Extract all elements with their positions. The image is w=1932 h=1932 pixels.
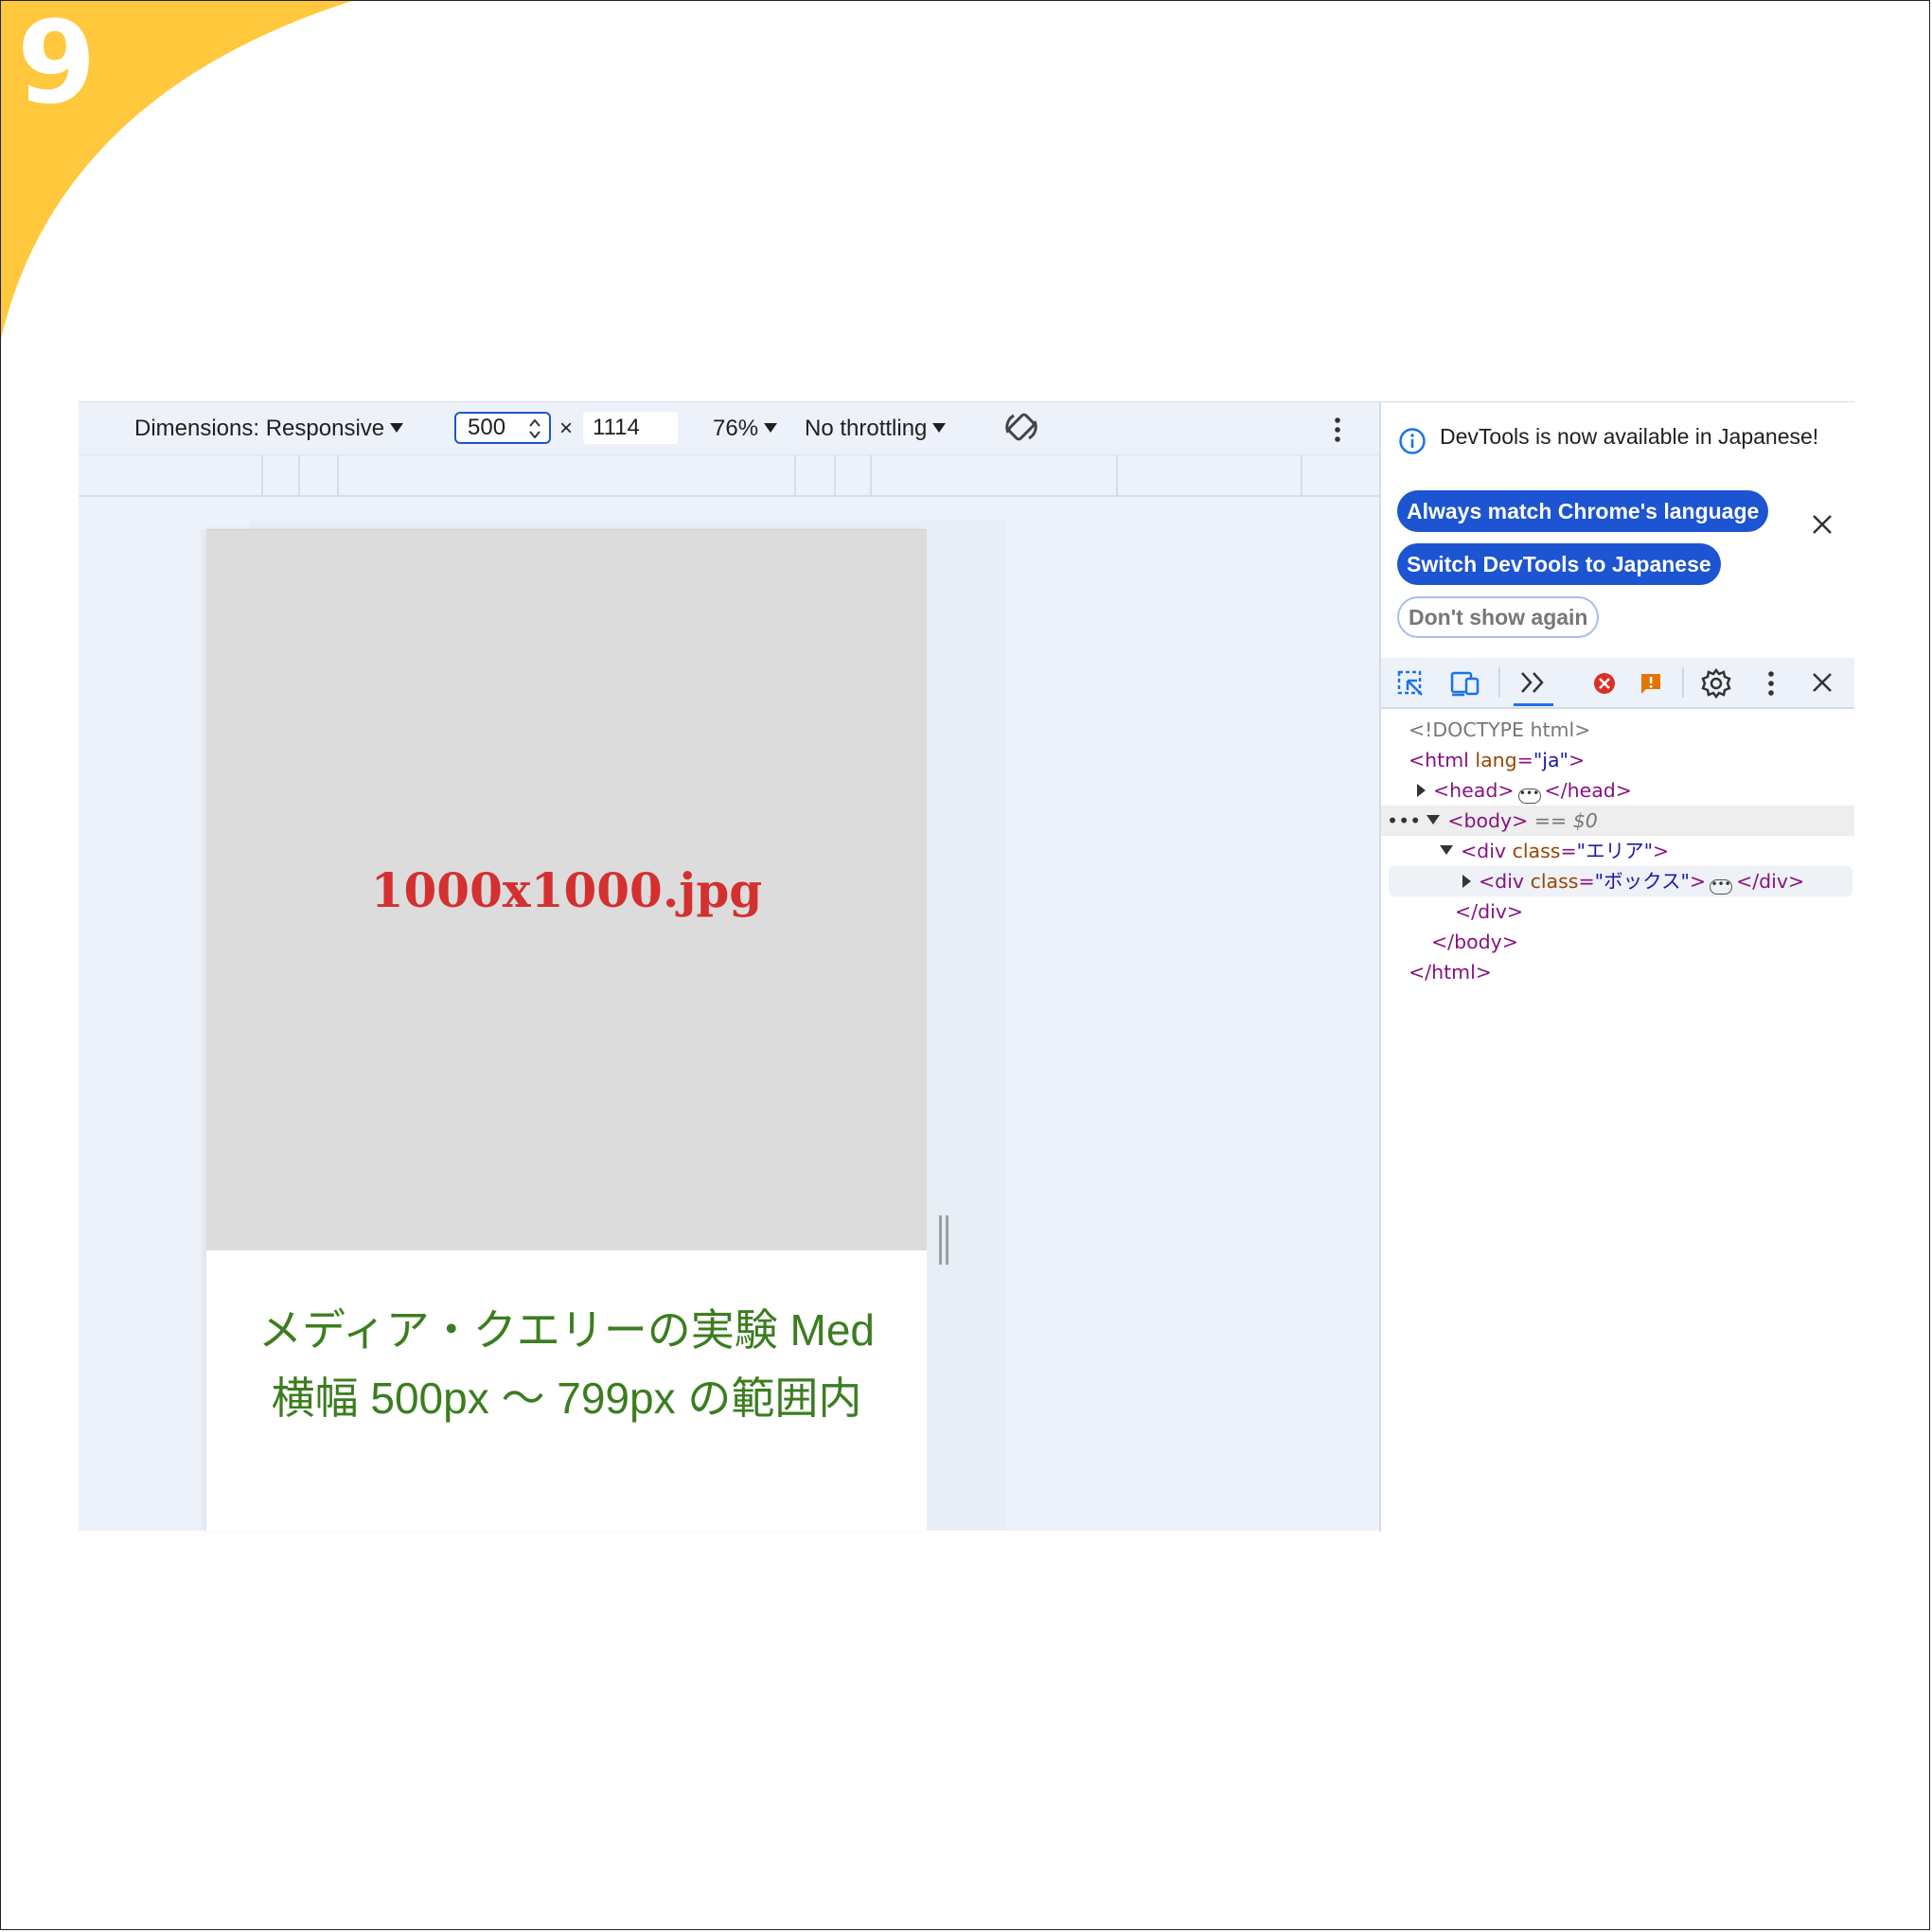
width-input[interactable]: 500 — [454, 412, 551, 444]
class-attr: class — [1530, 870, 1579, 893]
chevron-down-icon — [932, 423, 947, 433]
zoom-dropdown[interactable]: 76% — [713, 416, 778, 442]
dom-node-body[interactable]: ••• <body> == $0 — [1381, 806, 1854, 836]
selected-node-marker: == $0 — [1533, 809, 1598, 832]
info-icon — [1399, 428, 1426, 454]
class-attr: class — [1512, 840, 1561, 862]
div-close-tag: </div> — [1455, 900, 1524, 923]
div-open-tag: <div — [1461, 840, 1507, 862]
inspect-element-icon[interactable] — [1396, 669, 1425, 698]
height-input[interactable]: 1114 — [583, 412, 678, 444]
height-value: 1114 — [593, 415, 640, 440]
zoom-value: 76% — [713, 416, 759, 441]
doctype-text: <!DOCTYPE html> — [1409, 718, 1591, 741]
toolbar-separator — [1498, 667, 1500, 698]
media-query-ruler — [79, 454, 1379, 497]
expand-icon[interactable] — [1462, 875, 1471, 888]
dom-node-head[interactable]: <head> ••• </head> — [1381, 775, 1854, 806]
ruler-tick[interactable] — [261, 455, 263, 495]
dom-node-doctype[interactable]: <!DOCTYPE html> — [1381, 715, 1854, 745]
div-close-tag: </div> — [1736, 870, 1805, 893]
gt-sign: > — [1568, 749, 1586, 771]
lang-attr: lang — [1475, 749, 1517, 771]
info-message: DevTools is now available in Japanese! — [1440, 424, 1819, 449]
class-value-box: "ボックス" — [1594, 870, 1690, 893]
toolbar-separator — [1682, 667, 1684, 698]
chevron-down-icon — [764, 423, 778, 433]
html-close-tag: </html> — [1409, 961, 1492, 984]
elements-tree: <!DOCTYPE html> <html lang="ja"> <head> •… — [1381, 715, 1854, 987]
resize-handle-icon[interactable] — [937, 1215, 950, 1265]
ruler-tick[interactable] — [834, 455, 836, 495]
active-tab-indicator — [1514, 703, 1553, 706]
width-value: 500 — [468, 415, 506, 440]
devtools-toolbar — [1381, 658, 1854, 709]
ruler-tick[interactable] — [298, 455, 300, 495]
lang-value: "ja" — [1533, 749, 1569, 771]
dom-node-html-close[interactable]: </html> — [1381, 957, 1854, 987]
row-menu-icon[interactable]: ••• — [1387, 809, 1421, 832]
settings-icon[interactable] — [1700, 667, 1732, 700]
dom-node-div-area[interactable]: <div class="エリア"> — [1381, 836, 1854, 866]
dimensions-dropdown[interactable]: Dimensions: Responsive — [134, 416, 404, 442]
page-caption: メディア・クエリーの実験 Med 横幅 500px 〜 799px の範囲内 — [206, 1296, 927, 1432]
collapse-icon[interactable] — [1427, 815, 1441, 824]
close-icon[interactable] — [1812, 514, 1833, 535]
switch-to-japanese-button[interactable]: Switch DevTools to Japanese — [1397, 543, 1721, 585]
ruler-tick[interactable] — [870, 455, 872, 495]
chevron-down-icon — [390, 423, 404, 433]
more-panels-icon[interactable] — [1518, 669, 1549, 696]
head-close-tag: </head> — [1544, 779, 1632, 802]
error-icon[interactable] — [1592, 671, 1617, 696]
caption-line-2: 横幅 500px 〜 799px の範囲内 — [271, 1374, 862, 1423]
emulated-page: 1000x1000.jpg メディア・クエリーの実験 Med 横幅 500px … — [206, 529, 927, 1531]
eq-sign: = — [1516, 749, 1533, 771]
html-tag: <html — [1409, 749, 1469, 771]
body-open-tag: <body> — [1447, 809, 1529, 832]
more-vertical-icon[interactable] — [1332, 416, 1343, 444]
ruler-tick[interactable] — [1301, 455, 1303, 495]
dimensions-label: Dimensions: Responsive — [134, 416, 385, 441]
spinner-icon[interactable] — [528, 417, 541, 441]
dom-node-div-area-close[interactable]: </div> — [1381, 896, 1854, 927]
ruler-tick[interactable] — [337, 455, 339, 495]
collapsed-ellipsis-icon[interactable]: ••• — [1517, 788, 1541, 804]
div-open-tag: <div — [1479, 870, 1525, 893]
gt-sign: > — [1653, 840, 1670, 862]
more-vertical-icon[interactable] — [1765, 669, 1777, 698]
image-placeholder: 1000x1000.jpg — [206, 529, 927, 1250]
devtools-panel: DevTools is now available in Japanese! A… — [1379, 401, 1854, 1532]
throttling-label: No throttling — [805, 416, 928, 441]
eq-sign: = — [1560, 840, 1577, 862]
ruler-tick[interactable] — [794, 455, 796, 495]
browser-viewport-area: Dimensions: Responsive 500 × 1114 76% No… — [79, 401, 1379, 1531]
ruler-tick[interactable] — [1116, 455, 1118, 495]
rotate-icon[interactable] — [1004, 410, 1040, 446]
always-match-language-button[interactable]: Always match Chrome's language — [1397, 490, 1769, 532]
dom-node-body-close[interactable]: </body> — [1381, 927, 1854, 957]
collapsed-ellipsis-icon[interactable]: ••• — [1710, 878, 1733, 895]
dom-node-html[interactable]: <html lang="ja"> — [1381, 745, 1854, 775]
eq-sign: = — [1578, 870, 1595, 893]
body-close-tag: </body> — [1431, 931, 1518, 953]
close-icon[interactable] — [1812, 672, 1833, 693]
device-toggle-icon[interactable] — [1449, 669, 1481, 698]
dont-show-again-button[interactable]: Don't show again — [1397, 596, 1600, 638]
class-value-area: "エリア" — [1576, 840, 1653, 862]
head-open-tag: <head> — [1433, 779, 1515, 802]
warning-icon[interactable] — [1639, 671, 1663, 696]
device-toolbar: Dimensions: Responsive 500 × 1114 76% No… — [79, 401, 1379, 455]
caption-line-1: メディア・クエリーの実験 Med — [257, 1305, 876, 1355]
times-symbol: × — [559, 416, 574, 441]
image-placeholder-label: 1000x1000.jpg — [370, 862, 763, 918]
dom-node-div-box[interactable]: <div class="ボックス"> ••• </div> — [1389, 866, 1852, 896]
collapse-icon[interactable] — [1440, 845, 1453, 855]
gt-sign: > — [1689, 870, 1707, 893]
expand-icon[interactable] — [1417, 784, 1426, 797]
throttling-dropdown[interactable]: No throttling — [805, 416, 947, 442]
